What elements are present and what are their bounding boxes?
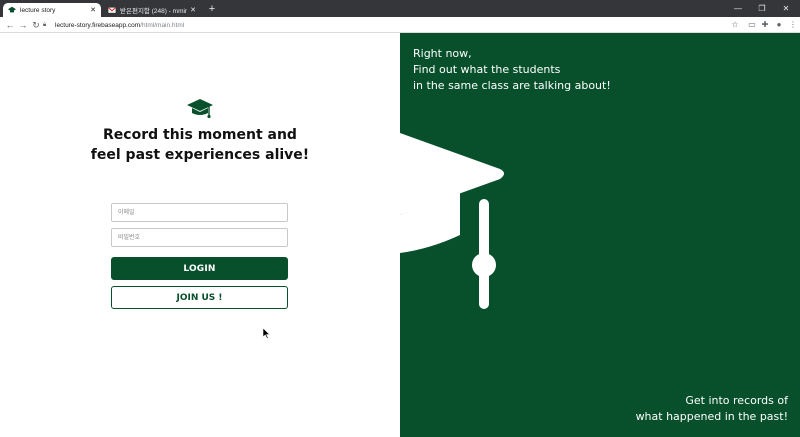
maximize-button[interactable]: ❐ [751, 2, 773, 15]
tab-title: 받은편지함 (248) - mminjg@... [120, 8, 188, 15]
graduation-cap-icon [187, 99, 213, 119]
mouse-cursor-icon [263, 328, 271, 339]
address-bar[interactable]: 🔒︎ lecture-story.firebaseapp.com/html/ma… [43, 19, 743, 31]
extensions-icon[interactable]: ✚ [759, 19, 771, 31]
back-icon[interactable]: ← [3, 18, 17, 32]
browser-tabstrip: lecture story ✕ 받은편지함 (248) - mminjg@...… [0, 0, 800, 17]
close-tab-icon[interactable]: ✕ [90, 6, 96, 14]
tagline-bottom: Get into records of what happened in the… [636, 393, 788, 425]
graduation-cap-icon [8, 6, 16, 13]
headline-line-2: feel past experiences alive! [90, 147, 310, 163]
tab-title: lecture story [20, 6, 56, 14]
tagline-top-line: in the same class are talking about! [413, 79, 611, 92]
new-tab-button[interactable]: + [206, 3, 218, 15]
tagline-bottom-line: Get into records of [685, 394, 788, 407]
browser-toolbar: ← → ↻ 🔒︎ lecture-story.firebaseapp.com/h… [0, 17, 800, 33]
minimize-button[interactable]: — [727, 2, 749, 15]
headline-line-1: Record this moment and [103, 127, 297, 143]
cast-icon[interactable]: ▭ [746, 19, 758, 31]
graduation-cap-icon [400, 133, 504, 309]
tagline-top: Right now, Find out what the students in… [413, 46, 611, 94]
close-window-button[interactable]: ✕ [775, 2, 797, 15]
login-button[interactable]: LOGIN [111, 257, 288, 280]
login-panel: Record this moment and feel past experie… [0, 33, 400, 437]
profile-avatar-icon[interactable]: ● [773, 19, 785, 31]
page: Record this moment and feel past experie… [0, 33, 800, 437]
menu-kebab-icon[interactable]: ⋮ [787, 19, 799, 31]
bookmark-star-icon[interactable]: ☆ [729, 19, 741, 31]
url-path: /html/main.html [140, 21, 185, 29]
password-field[interactable] [111, 228, 288, 247]
join-button[interactable]: JOIN US ! [111, 286, 288, 309]
tab-gmail[interactable]: 받은편지함 (248) - mminjg@... ✕ [103, 3, 201, 17]
tab-lecture-story[interactable]: lecture story ✕ [3, 3, 101, 17]
forward-icon[interactable]: → [16, 18, 30, 32]
promo-panel: Right now, Find out what the students in… [400, 33, 800, 437]
page-title: Record this moment and feel past experie… [60, 125, 340, 165]
gmail-icon [108, 7, 116, 13]
email-field[interactable] [111, 203, 288, 222]
close-tab-icon[interactable]: ✕ [190, 6, 196, 14]
tagline-bottom-line: what happened in the past! [635, 410, 788, 423]
reload-icon[interactable]: ↻ [29, 18, 43, 32]
url-host: lecture-story.firebaseapp.com [55, 21, 141, 29]
lock-icon[interactable]: 🔒︎ [43, 22, 51, 29]
tagline-top-line: Find out what the students [413, 63, 561, 76]
tagline-top-line: Right now, [413, 47, 472, 60]
